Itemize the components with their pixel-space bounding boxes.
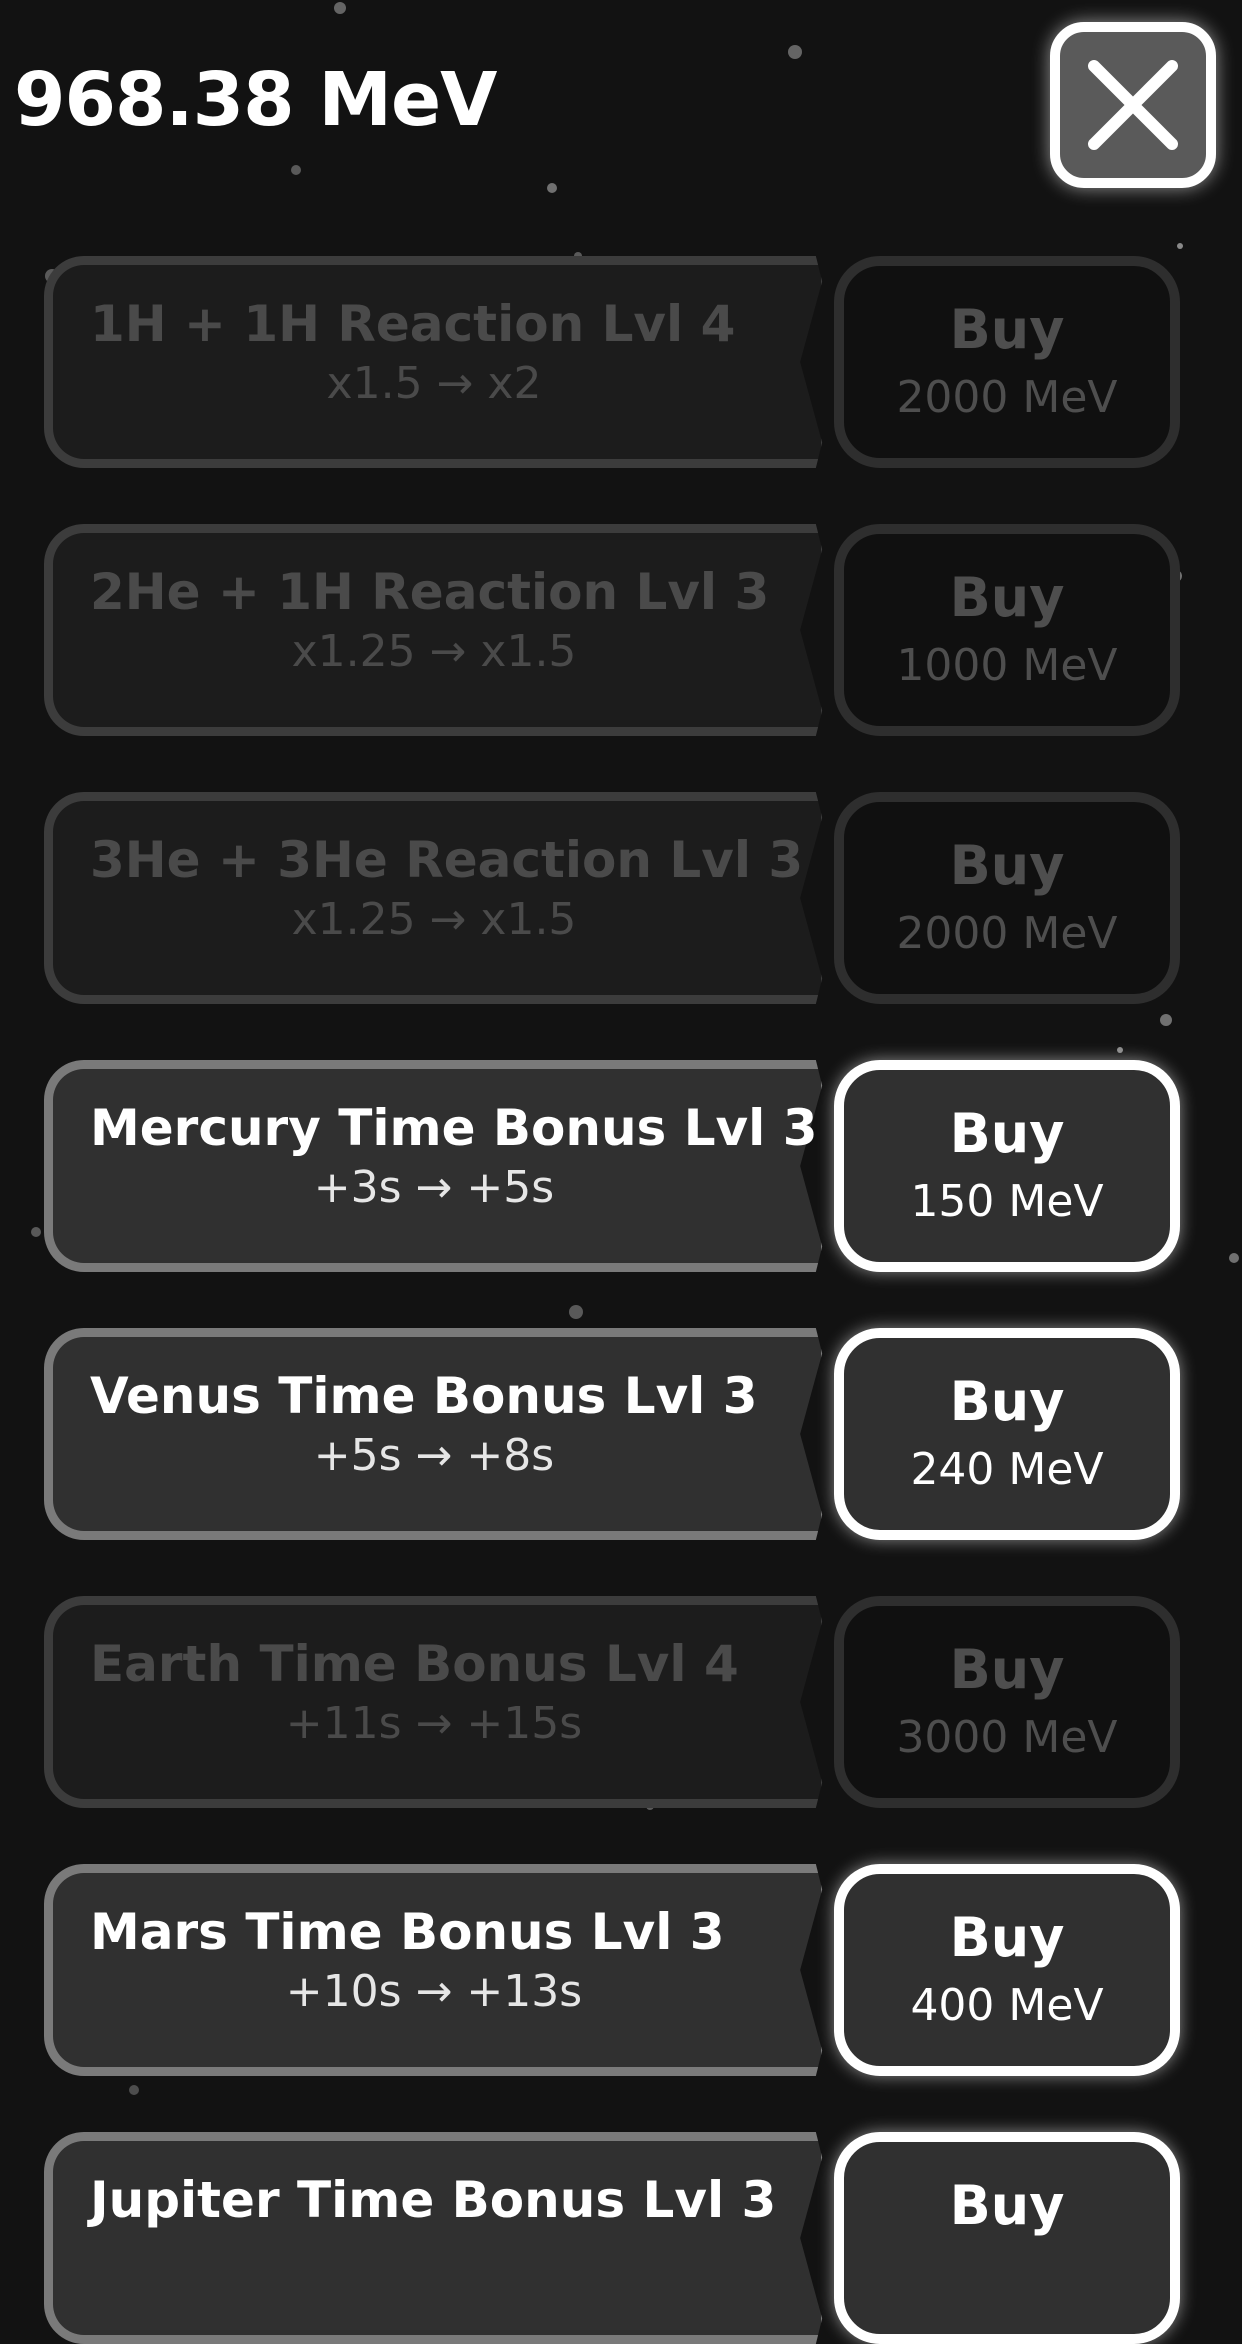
buy-price: 150 MeV <box>910 1176 1104 1227</box>
buy-button[interactable]: Buy <box>834 2132 1180 2344</box>
upgrade-effect: +3s → +5s <box>313 1162 555 1213</box>
upgrade-row: Jupiter Time Bonus Lvl 3 Buy <box>44 2132 1180 2344</box>
buy-button[interactable]: Buy 2000 MeV <box>834 792 1180 1004</box>
upgrade-row: 3He + 3He Reaction Lvl 3 x1.25 → x1.5 Bu… <box>44 792 1180 1004</box>
upgrade-row: 2He + 1H Reaction Lvl 3 x1.25 → x1.5 Buy… <box>44 524 1180 736</box>
buy-label: Buy <box>949 2174 1065 2237</box>
buy-price: 400 MeV <box>910 1980 1104 2031</box>
upgrade-row: Earth Time Bonus Lvl 4 +11s → +15s Buy 3… <box>44 1596 1180 1808</box>
buy-price: 2000 MeV <box>896 372 1118 423</box>
buy-label: Buy <box>949 1906 1065 1969</box>
upgrade-title: Venus Time Bonus Lvl 3 <box>90 1367 758 1425</box>
buy-price: 2000 MeV <box>896 908 1118 959</box>
upgrade-title: Mars Time Bonus Lvl 3 <box>90 1903 725 1961</box>
buy-button[interactable]: Buy 240 MeV <box>834 1328 1180 1540</box>
buy-button[interactable]: Buy 3000 MeV <box>834 1596 1180 1808</box>
buy-button[interactable]: Buy 150 MeV <box>834 1060 1180 1272</box>
upgrade-effect: x1.5 → x2 <box>326 358 542 409</box>
upgrade-effect: +10s → +13s <box>285 1966 583 2017</box>
buy-label: Buy <box>949 1638 1065 1701</box>
upgrade-title: Jupiter Time Bonus Lvl 3 <box>90 2171 777 2229</box>
upgrade-title: Mercury Time Bonus Lvl 3 <box>90 1099 818 1157</box>
buy-price: 240 MeV <box>910 1444 1104 1495</box>
upgrade-title: 1H + 1H Reaction Lvl 4 <box>90 295 736 353</box>
upgrade-row: Mars Time Bonus Lvl 3 +10s → +13s Buy 40… <box>44 1864 1180 2076</box>
buy-label: Buy <box>949 298 1065 361</box>
upgrade-effect: +11s → +15s <box>285 1698 583 1749</box>
upgrade-row: Venus Time Bonus Lvl 3 +5s → +8s Buy 240… <box>44 1328 1180 1540</box>
upgrade-title: 3He + 3He Reaction Lvl 3 <box>90 831 804 889</box>
upgrade-effect: x1.25 → x1.5 <box>291 894 577 945</box>
upgrade-list: 1H + 1H Reaction Lvl 4 x1.5 → x2 Buy 200… <box>0 0 1242 2344</box>
buy-button[interactable]: Buy 2000 MeV <box>834 256 1180 468</box>
upgrade-effect: x1.25 → x1.5 <box>291 626 577 677</box>
buy-label: Buy <box>949 566 1065 629</box>
upgrade-row: Mercury Time Bonus Lvl 3 +3s → +5s Buy 1… <box>44 1060 1180 1272</box>
buy-button[interactable]: Buy 400 MeV <box>834 1864 1180 2076</box>
upgrade-row: 1H + 1H Reaction Lvl 4 x1.5 → x2 Buy 200… <box>44 256 1180 468</box>
upgrade-info-card <box>44 2132 823 2344</box>
buy-label: Buy <box>949 1370 1065 1433</box>
upgrade-effect: +5s → +8s <box>313 1430 555 1481</box>
upgrade-title: 2He + 1H Reaction Lvl 3 <box>90 563 770 621</box>
buy-label: Buy <box>949 834 1065 897</box>
buy-button[interactable]: Buy 1000 MeV <box>834 524 1180 736</box>
buy-label: Buy <box>949 1102 1065 1165</box>
buy-price: 1000 MeV <box>896 640 1118 691</box>
upgrade-title: Earth Time Bonus Lvl 4 <box>90 1635 739 1693</box>
buy-price: 3000 MeV <box>896 1712 1118 1763</box>
